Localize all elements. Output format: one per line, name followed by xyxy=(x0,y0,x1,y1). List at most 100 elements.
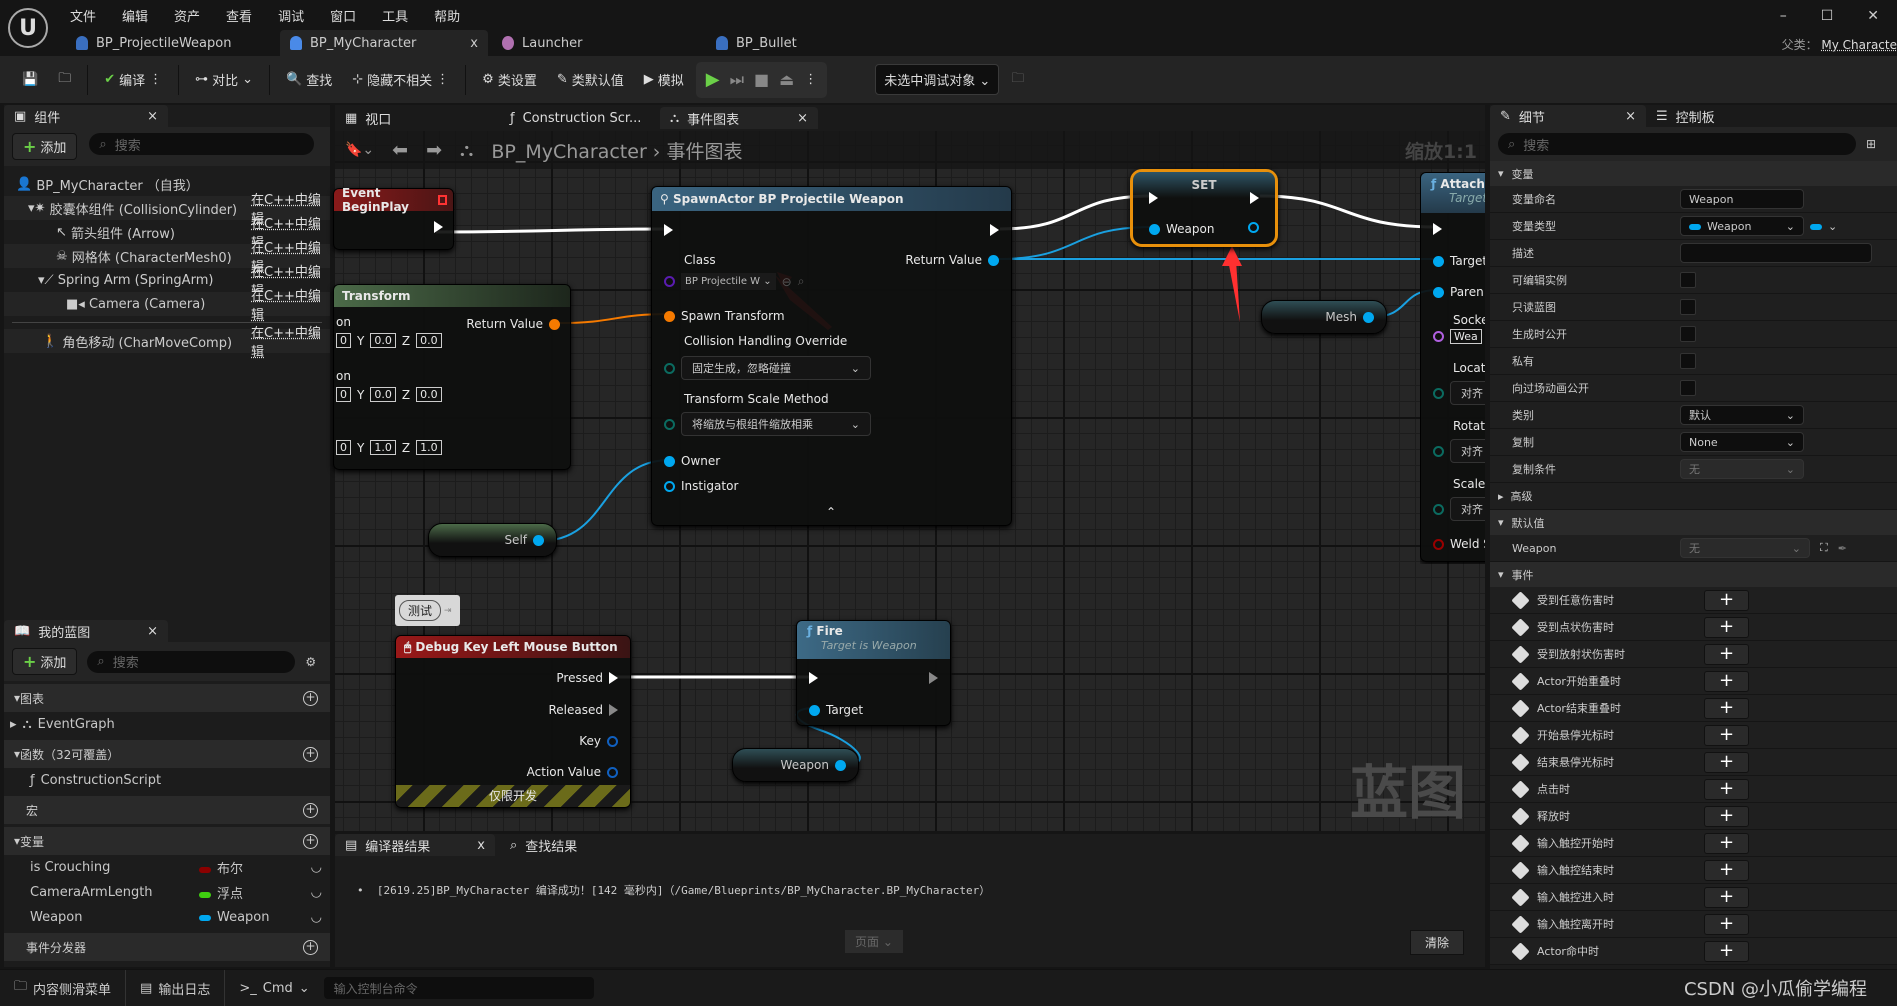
section-advanced[interactable]: ▸ 高级 xyxy=(1490,483,1897,510)
unreal-logo-icon[interactable]: U xyxy=(8,8,48,48)
location-rule-pin[interactable]: 对齐 xyxy=(1433,381,1485,405)
class-dropdown[interactable]: BP Projectile W ⌄ xyxy=(681,273,776,290)
action-value-pin[interactable]: Action Value xyxy=(527,765,618,779)
tab-construction-script[interactable]: ƒ Construction Scr... xyxy=(500,107,651,129)
expose-cinematics-checkbox[interactable] xyxy=(1680,380,1696,396)
add-macro-icon[interactable]: + xyxy=(303,802,318,818)
released-pin[interactable]: Released xyxy=(548,703,618,717)
stop-icon[interactable]: ■ xyxy=(754,70,769,89)
simulate-button[interactable]: ▶ 模拟 xyxy=(636,64,692,96)
variable-row[interactable]: Weapon Weapon ◡ xyxy=(4,905,330,930)
menu-tools[interactable]: 工具 xyxy=(382,6,408,25)
exec-out-pin[interactable] xyxy=(1250,192,1259,204)
exec-in-pin[interactable] xyxy=(809,672,818,684)
list-item-construction-script[interactable]: ƒ ConstructionScript xyxy=(4,768,330,793)
set-weapon-node[interactable]: SET Weapon xyxy=(1130,169,1278,247)
menu-view[interactable]: 查看 xyxy=(226,6,252,25)
close-icon[interactable]: × xyxy=(147,109,158,124)
socket-pin[interactable]: Wea xyxy=(1433,329,1482,344)
debug-browse-icon[interactable]: 🗀 xyxy=(1003,64,1032,96)
eyedropper-icon[interactable]: ✒ xyxy=(1838,542,1847,555)
mesh-out-pin[interactable]: Mesh xyxy=(1325,310,1374,324)
close-tab-button[interactable]: × xyxy=(1625,109,1636,124)
add-event-button[interactable]: + xyxy=(1704,832,1749,854)
visibility-eye-icon[interactable]: ◡ xyxy=(311,910,322,925)
y-field[interactable]: 0.0 xyxy=(370,387,396,402)
close-icon[interactable]: × xyxy=(147,624,158,639)
self-node[interactable]: Self xyxy=(428,523,557,557)
list-item-event-graph[interactable]: ▸ ⛬ EventGraph xyxy=(4,712,330,737)
tab-viewport[interactable]: ▦ 视口 xyxy=(335,107,401,129)
section-functions[interactable]: ▾ 函数（32可覆盖） + xyxy=(4,740,330,768)
exec-in-pin[interactable] xyxy=(1149,192,1158,204)
forward-arrow-icon[interactable]: ➡ xyxy=(426,139,442,161)
private-checkbox[interactable] xyxy=(1680,353,1696,369)
expose-on-spawn-checkbox[interactable] xyxy=(1680,326,1696,342)
maximize-button[interactable]: ☐ xyxy=(1821,8,1834,24)
close-tab-button[interactable]: x xyxy=(477,838,485,853)
add-event-button[interactable]: + xyxy=(1704,724,1749,746)
eject-icon[interactable]: ⏏ xyxy=(779,70,794,89)
content-drawer-button[interactable]: 🗀 内容侧滑菜单 xyxy=(0,970,127,1006)
make-transform-node[interactable]: Transform on Return Value 0 Y 0.0 Z 0.0 on 0… xyxy=(333,284,571,470)
section-graphs[interactable]: ▾ 图表 + xyxy=(4,684,330,712)
target-pin[interactable]: Target xyxy=(1433,254,1485,268)
key-pin[interactable]: Key xyxy=(579,734,618,748)
edit-in-cpp-link[interactable]: 在C++中编辑 xyxy=(251,322,330,360)
weapon-in-pin[interactable]: Weapon xyxy=(1149,222,1214,236)
cmd-dropdown[interactable]: >_ Cmd ⌄ xyxy=(225,970,323,1006)
weld-pin[interactable]: Weld S xyxy=(1433,537,1485,551)
exec-out-pin[interactable] xyxy=(990,224,999,236)
add-event-button[interactable]: + xyxy=(1704,697,1749,719)
instigator-pin[interactable]: Instigator xyxy=(664,479,738,493)
browse-icon[interactable]: 🗀 xyxy=(50,64,79,96)
exec-in-pin[interactable] xyxy=(1433,223,1442,235)
menu-file[interactable]: 文件 xyxy=(70,6,96,25)
clear-button[interactable]: 清除 xyxy=(1410,930,1465,955)
rotation-rule-pin[interactable]: 对齐 xyxy=(1433,439,1485,463)
z-field[interactable]: 0.0 xyxy=(416,333,442,348)
spawn-transform-pin[interactable]: Spawn Transform xyxy=(664,309,785,323)
x-field[interactable]: 0 xyxy=(336,440,351,455)
close-tab-button[interactable]: x xyxy=(470,36,478,51)
menu-asset[interactable]: 资产 xyxy=(174,6,200,25)
weapon-out-pin[interactable] xyxy=(1248,222,1259,233)
edit-in-cpp-link[interactable]: 在C++中编辑 xyxy=(251,285,330,323)
breadcrumb-root[interactable]: BP_MyCharacter xyxy=(491,141,646,163)
rule-dropdown[interactable]: 对齐 xyxy=(1450,439,1485,463)
minimize-button[interactable]: – xyxy=(1780,8,1787,24)
z-field[interactable]: 1.0 xyxy=(416,440,442,455)
add-event-button[interactable]: + xyxy=(1704,778,1749,800)
add-event-button[interactable]: + xyxy=(1704,643,1749,665)
target-pin[interactable]: Target xyxy=(809,703,863,717)
comment-bubble[interactable]: 测试 ⇥ xyxy=(395,595,460,626)
close-icon[interactable]: × xyxy=(797,111,808,126)
debug-target-dropdown[interactable]: 未选中调试对象 ⌄ xyxy=(875,64,1000,95)
parent-pin[interactable]: Paren xyxy=(1433,285,1484,299)
x-field[interactable]: 0 xyxy=(336,387,351,402)
add-event-button[interactable]: + xyxy=(1704,805,1749,827)
weapon-out-pin[interactable]: Weapon xyxy=(781,758,846,772)
self-out-pin[interactable]: Self xyxy=(504,533,544,547)
add-event-button[interactable]: + xyxy=(1704,589,1749,611)
delegate-pin-icon[interactable] xyxy=(437,195,447,205)
play-icon[interactable]: ▶ xyxy=(706,69,720,90)
tree-item-movement[interactable]: 🚶 角色移动 (CharMoveComp) 在C++中编辑 xyxy=(4,326,330,360)
add-event-button[interactable]: + xyxy=(1704,913,1749,935)
class-settings-button[interactable]: ⚙ 类设置 xyxy=(474,64,545,96)
visibility-eye-icon[interactable]: ◡ xyxy=(311,885,322,900)
my-blueprint-search-input[interactable]: ⌕ 搜索 xyxy=(87,650,296,673)
add-component-button[interactable]: + 添加 xyxy=(12,133,78,160)
more-icon[interactable]: ⋮ xyxy=(804,72,817,87)
find-button[interactable]: 🔍 查找 xyxy=(278,64,340,96)
variable-row[interactable]: CameraArmLength 浮点 ◡ xyxy=(4,880,330,905)
y-field[interactable]: 0.0 xyxy=(370,333,396,348)
add-variable-icon[interactable]: + xyxy=(303,833,318,849)
add-event-button[interactable]: + xyxy=(1704,751,1749,773)
weapon-getter-node[interactable]: Weapon xyxy=(732,748,859,782)
default-value-dropdown[interactable]: 无 ⌄ xyxy=(1680,538,1810,558)
scale-rule-pin[interactable]: 对齐 xyxy=(1433,497,1485,521)
collapse-chevron-icon[interactable]: ⌃ xyxy=(826,505,836,519)
tab-event-graph[interactable]: ⛬ 事件图表 × xyxy=(660,107,818,129)
tab-palette[interactable]: ☰ 控制板 xyxy=(1646,105,1725,127)
